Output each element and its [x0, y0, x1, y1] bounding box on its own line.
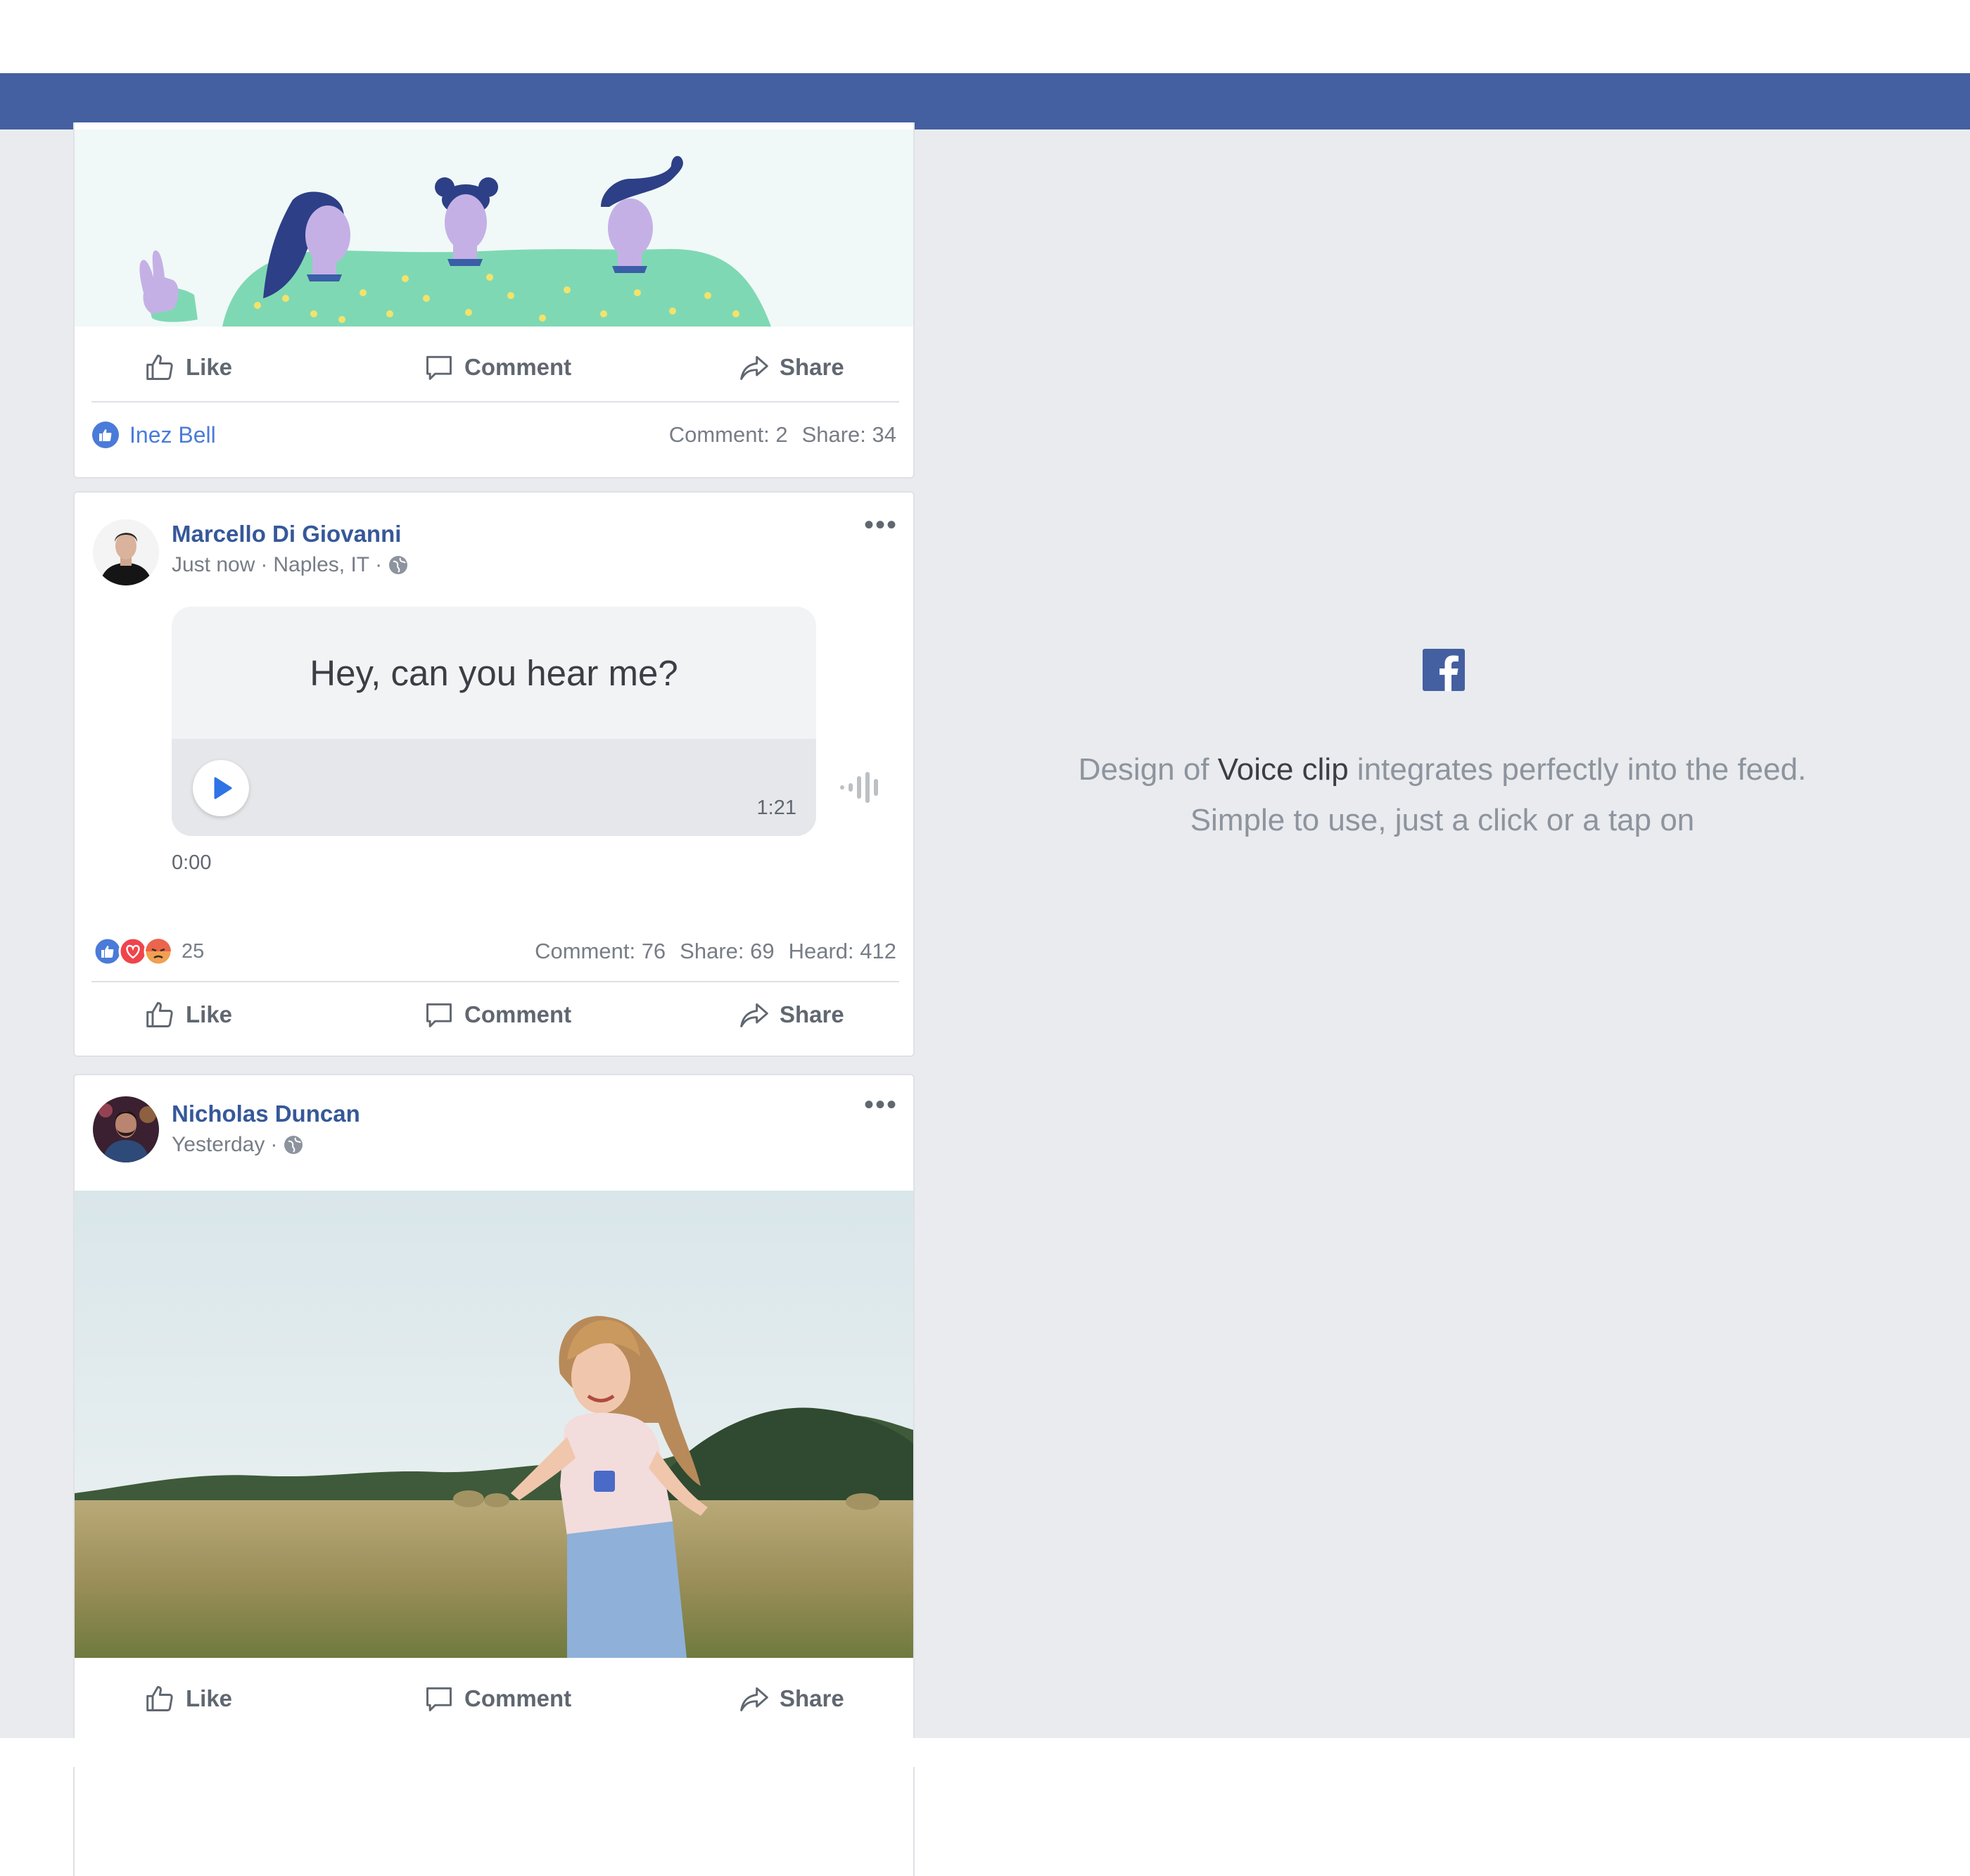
like-label: Like — [186, 354, 233, 380]
share-label: Share — [780, 354, 844, 380]
post2-time[interactable]: Just now — [172, 553, 255, 577]
post2-more-icon[interactable]: ••• — [864, 511, 898, 539]
liked-by-name[interactable]: Inez Bell — [129, 422, 216, 448]
post1-liked-by[interactable]: Inez Bell — [91, 414, 216, 456]
post1-like-button[interactable]: Like — [145, 346, 232, 388]
post-card-2: Marcello Di Giovanni Just now · Naples, … — [73, 491, 915, 1057]
post3-meta: Yesterday · — [172, 1133, 304, 1157]
post2-author[interactable]: Marcello Di Giovanni — [172, 521, 401, 547]
author-avatar[interactable] — [93, 1096, 159, 1162]
post3-time[interactable]: Yesterday — [172, 1133, 265, 1157]
voice-duration: 1:21 — [756, 797, 796, 819]
meta-separator: · — [260, 553, 268, 576]
post1-divider — [91, 401, 899, 403]
angry-reaction-icon — [144, 937, 173, 966]
post1-share-button[interactable]: Share — [739, 346, 844, 388]
share-icon — [740, 1687, 768, 1711]
post3-like-button[interactable]: Like — [145, 1678, 232, 1720]
feed-stage: Like Comment Share Inez Bell Comment: 2 … — [0, 122, 1970, 1876]
post1-comment-count[interactable]: Comment: 2 — [669, 422, 788, 448]
tagline-highlight: Voice clip — [1217, 752, 1349, 787]
tagline-line-2: Simple to use, just a click or a tap on — [1190, 803, 1695, 837]
post-card-1: Like Comment Share Inez Bell Comment: 2 … — [73, 122, 915, 478]
share-label: Share — [780, 1685, 844, 1711]
comment-label: Comment — [464, 354, 572, 380]
voice-elapsed: 0:00 — [172, 851, 212, 874]
post2-comment-count[interactable]: Comment: 76 — [535, 939, 666, 964]
voice-player-bar[interactable]: 1:21 — [172, 739, 816, 836]
comment-icon — [426, 1003, 452, 1027]
thumbs-up-icon — [146, 1002, 173, 1027]
voice-clip: Hey, can you hear me? 1:21 — [172, 607, 816, 836]
thumbs-up-icon — [146, 1686, 173, 1711]
post2-meta: Just now · Naples, IT · — [172, 553, 409, 577]
like-reaction-icon — [92, 422, 119, 448]
comment-label: Comment — [464, 1685, 572, 1711]
side-panel: Design of Voice clip integrates perfectl… — [915, 129, 1970, 1738]
nav-bar — [0, 73, 1970, 129]
bottom-margin — [0, 1738, 1970, 1767]
post3-actions: Like Comment Share — [75, 1658, 913, 1741]
voice-transcript: Hey, can you hear me? — [310, 652, 678, 693]
post2-heard-count[interactable]: Heard: 412 — [789, 939, 896, 964]
post2-share-button[interactable]: Share — [739, 994, 844, 1036]
post1-comment-button[interactable]: Comment — [424, 346, 571, 388]
author-avatar[interactable] — [93, 519, 159, 585]
share-icon — [740, 355, 768, 380]
comment-icon — [426, 355, 452, 380]
top-margin — [0, 0, 1970, 73]
post2-location[interactable]: Naples, IT — [273, 553, 369, 577]
share-label: Share — [780, 1001, 844, 1027]
post1-share-count[interactable]: Share: 34 — [802, 422, 896, 448]
reaction-count: 25 — [182, 939, 205, 963]
post3-comment-button[interactable]: Comment — [424, 1678, 571, 1720]
globe-icon — [284, 1136, 303, 1154]
post2-stats: Comment: 76 Share: 69 Heard: 412 — [535, 939, 896, 964]
post3-share-button[interactable]: Share — [739, 1678, 844, 1720]
post2-comment-button[interactable]: Comment — [424, 994, 571, 1036]
post3-author[interactable]: Nicholas Duncan — [172, 1101, 360, 1127]
comment-icon — [426, 1687, 452, 1711]
post2-actions: Like Comment Share — [75, 974, 913, 1057]
thumbs-up-icon — [146, 355, 173, 380]
globe-icon — [389, 556, 408, 574]
comment-label: Comment — [464, 1001, 572, 1027]
post2-like-button[interactable]: Like — [145, 994, 232, 1036]
tagline-before: Design of — [1078, 752, 1209, 787]
post-illustration — [75, 129, 913, 327]
like-label: Like — [186, 1001, 233, 1027]
play-icon — [214, 777, 232, 799]
tagline-after: integrates perfectly into the feed. — [1356, 752, 1807, 787]
play-button[interactable] — [193, 760, 249, 816]
share-icon — [740, 1003, 768, 1027]
meta-separator: · — [375, 553, 383, 576]
facebook-logo-icon — [1423, 649, 1465, 691]
tagline-line-1: Design of Voice clip integrates perfectl… — [915, 744, 1970, 795]
post2-reactions[interactable]: 25 — [93, 936, 204, 967]
post2-share-count[interactable]: Share: 69 — [680, 939, 774, 964]
waveform-icon[interactable] — [840, 772, 885, 803]
post1-stats: Comment: 2 Share: 34 — [669, 422, 896, 448]
post1-actions: Like Comment Share — [75, 327, 913, 410]
meta-separator: · — [270, 1133, 278, 1156]
post3-more-icon[interactable]: ••• — [864, 1091, 898, 1119]
like-label: Like — [186, 1685, 233, 1711]
post-photo[interactable] — [75, 1191, 913, 1658]
